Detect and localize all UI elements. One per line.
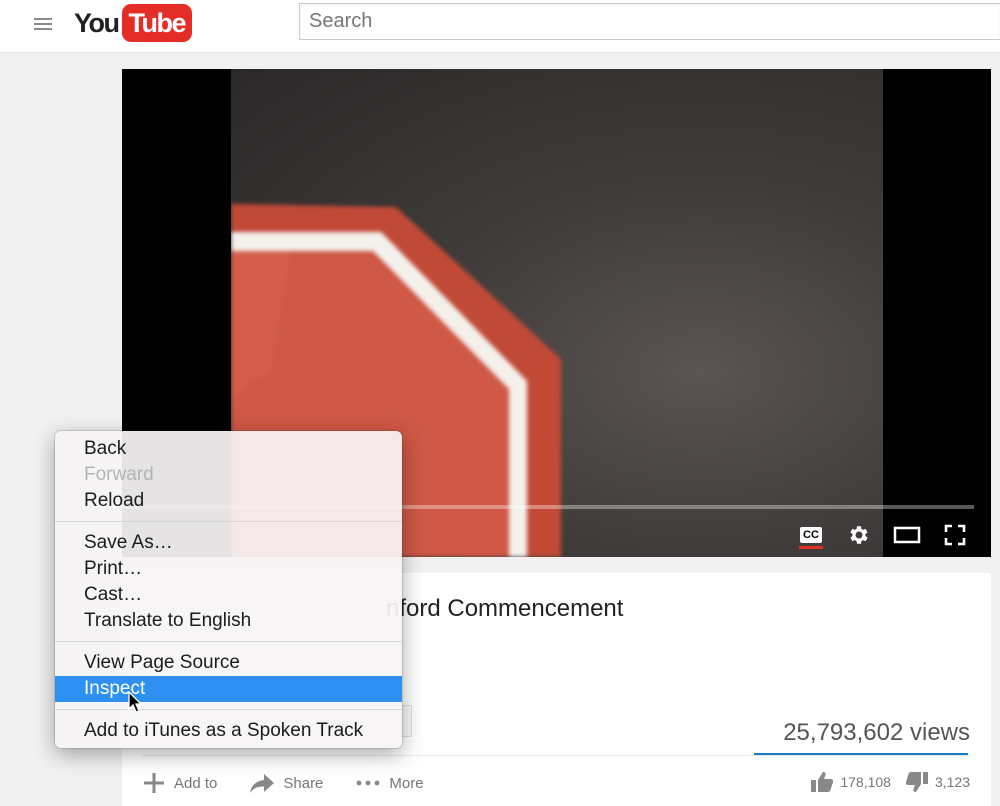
more-button[interactable]: More bbox=[355, 774, 424, 792]
menu-item-reload[interactable]: Reload bbox=[55, 488, 402, 514]
menu-separator bbox=[55, 641, 402, 642]
divider bbox=[142, 755, 971, 756]
fullscreen-icon bbox=[944, 524, 966, 546]
like-button[interactable]: 178,108 bbox=[810, 771, 891, 793]
more-label: More bbox=[389, 774, 424, 792]
dislike-count: 3,123 bbox=[934, 774, 970, 790]
dislike-button[interactable]: 3,123 bbox=[905, 771, 970, 793]
menu-item-forward: Forward bbox=[84, 464, 154, 485]
share-arrow-icon bbox=[250, 774, 275, 793]
sentiment-bar bbox=[754, 753, 968, 755]
plus-icon bbox=[144, 773, 164, 793]
menu-separator bbox=[55, 521, 402, 522]
rating-buttons: 178,108 3,123 bbox=[796, 771, 970, 793]
view-count: 25,793,602 views bbox=[783, 719, 970, 746]
like-count: 178,108 bbox=[840, 774, 891, 790]
masthead: You Tube bbox=[0, 0, 1000, 53]
add-to-button[interactable]: Add to bbox=[142, 771, 217, 795]
logo-you-text: You bbox=[74, 7, 120, 38]
menu-separator bbox=[55, 709, 402, 710]
thumbs-down-icon bbox=[905, 772, 928, 792]
menu-item-cast[interactable]: Cast… bbox=[55, 582, 402, 608]
action-buttons: Add to Share More bbox=[142, 771, 456, 795]
menu-item-add-to-itunes[interactable]: Add to iTunes as a Spoken Track bbox=[55, 718, 402, 744]
cc-label: CC bbox=[803, 529, 819, 541]
menu-item-print[interactable]: Print… bbox=[55, 556, 402, 582]
video-title-text: nford Commencement bbox=[386, 595, 624, 622]
menu-item-translate[interactable]: Translate to English bbox=[55, 608, 402, 634]
menu-item-view-page-source[interactable]: View Page Source bbox=[55, 650, 402, 676]
theater-mode-icon bbox=[893, 526, 921, 544]
context-menu: Back Forward Reload Save As… Print… Cast… bbox=[55, 431, 402, 748]
menu-item-back[interactable]: Back bbox=[55, 436, 402, 462]
search-input[interactable] bbox=[299, 3, 1000, 40]
share-label: Share bbox=[283, 774, 324, 792]
theater-mode-button[interactable] bbox=[891, 521, 923, 549]
add-to-label: Add to bbox=[174, 774, 218, 792]
youtube-logo[interactable]: You Tube bbox=[74, 3, 192, 43]
player-controls: CC bbox=[779, 521, 971, 549]
subtitles-button[interactable]: CC bbox=[795, 521, 827, 549]
thumbs-up-icon bbox=[811, 772, 834, 792]
cc-active-indicator bbox=[799, 546, 823, 549]
share-button[interactable]: Share bbox=[249, 772, 323, 794]
menu-item-save-as[interactable]: Save As… bbox=[55, 530, 402, 556]
guide-menu-icon[interactable] bbox=[34, 15, 52, 31]
settings-button[interactable] bbox=[843, 521, 875, 549]
fullscreen-button[interactable] bbox=[939, 521, 971, 549]
cc-icon: CC bbox=[799, 527, 823, 549]
gear-icon bbox=[850, 526, 868, 544]
more-dots-icon bbox=[357, 780, 380, 786]
logo-tube-text: Tube bbox=[121, 4, 192, 42]
menu-item-inspect[interactable]: Inspect bbox=[55, 676, 402, 702]
